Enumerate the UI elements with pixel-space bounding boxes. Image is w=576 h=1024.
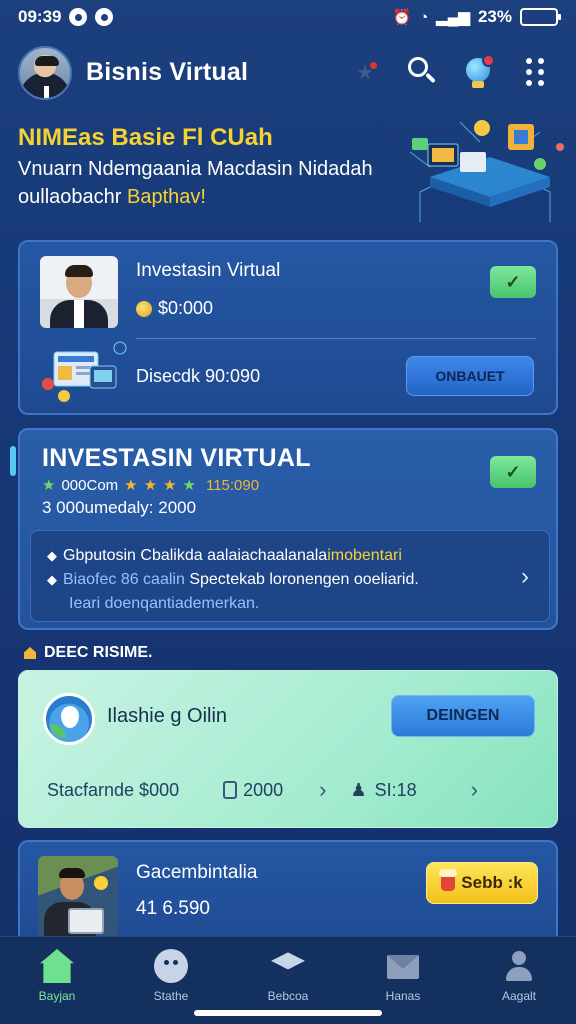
- business-card[interactable]: Ilashie g Oilin DEINGEN Stacfarnde $000 …: [18, 670, 558, 828]
- avatar[interactable]: [18, 46, 72, 100]
- rating-value: 115:090: [205, 476, 260, 494]
- featured-investment-card[interactable]: INVESTASIN VIRTUAL ★ 000Com ★ ★ ★ ★ 115:…: [10, 428, 558, 630]
- card-price: 41 6.590: [136, 898, 210, 919]
- check-button[interactable]: ✓: [490, 266, 536, 298]
- card-title: INVESTASIN VIRTUAL: [42, 444, 311, 472]
- detail-line: Ieari doenqantiademerkan.: [69, 595, 260, 612]
- detail-highlight: imobentari: [327, 547, 402, 564]
- divider: [136, 338, 536, 339]
- wifi-icon: ◔: [419, 8, 429, 26]
- notification-icon: [69, 8, 88, 26]
- stat-value: 2000: [243, 779, 284, 800]
- rating-row: ★ 000Com ★ ★ ★ ★ 115:090: [42, 476, 260, 495]
- home-indicator[interactable]: [194, 1010, 382, 1016]
- app-title: Bisnis Virtual: [86, 58, 249, 86]
- alarm-icon: ⏰: [392, 9, 412, 26]
- hero-subtitle: Vnuarn Ndemgaania Macdasin Nidadah: [18, 158, 373, 180]
- nav-item-messages[interactable]: Hanas: [358, 949, 448, 1003]
- mail-icon: [387, 955, 419, 979]
- card-title: Gacembintalia: [136, 862, 258, 883]
- dashboard-illustration: [42, 341, 127, 402]
- location-pin-icon: [43, 693, 95, 745]
- detail-line: ◆ Biaofec 86 caalin Spectekab loronengen …: [47, 571, 419, 588]
- lightbulb-icon[interactable]: [462, 54, 496, 92]
- card-meta: 3 000umedaly: 2000: [42, 498, 197, 517]
- hero-subtitle-text: oullaobachr: [18, 186, 122, 208]
- check-button[interactable]: ✓: [490, 456, 536, 488]
- chevron-right-icon[interactable]: ›: [471, 777, 478, 803]
- person-icon: ♟: [350, 779, 367, 800]
- star-icon: ★: [163, 477, 177, 494]
- card-action-button[interactable]: Sebb :k: [426, 862, 538, 904]
- detail-highlight: Biaofec 86 caalin: [63, 571, 185, 588]
- investor-photo: [40, 256, 118, 328]
- nav-item-education[interactable]: Bebcoa: [243, 949, 333, 1003]
- tech-platform-illustration: [409, 120, 564, 222]
- section-title: DEEC RISIME.: [44, 644, 153, 661]
- battery-icon: [520, 8, 561, 26]
- graduation-cap-icon: [271, 952, 305, 970]
- rating-label: 000Com: [61, 476, 119, 494]
- detail-line: ◆ Gbputosin Cbalikda aalaiachaalanalaimob…: [47, 547, 402, 564]
- signal-icon: ▂▄▆: [436, 9, 470, 26]
- status-bar: 09:39 ⏰ ◔ ▂▄▆ 23%: [0, 0, 576, 34]
- card-description: Disecdk 90:090: [136, 366, 261, 386]
- card-action-button[interactable]: DEINGEN: [391, 695, 535, 737]
- hero-highlight: Bapthav!: [126, 186, 206, 208]
- hero-headline: NIMEas Basie Fl CUah: [18, 124, 273, 151]
- star-icon: ★: [143, 477, 158, 494]
- card-action-button[interactable]: ONBAUET: [406, 356, 534, 396]
- notification-badge: [482, 54, 495, 67]
- detail-text: Spectekab loronengen ooeliarid.: [189, 571, 419, 588]
- nav-label: Bayjan: [38, 989, 76, 1003]
- coin-icon: [136, 300, 152, 317]
- clock: 09:39: [18, 7, 62, 26]
- stat-value: Stacfarnde $000: [47, 779, 180, 800]
- nav-item-profile[interactable]: Aagalt: [474, 949, 564, 1003]
- card-title: Ilashie g Oilin: [107, 705, 228, 727]
- price-value: $0:000: [158, 298, 214, 318]
- chevron-right-icon[interactable]: ›: [319, 777, 326, 803]
- nav-label: Stathe: [153, 989, 189, 1003]
- nav-item-stats[interactable]: Stathe: [126, 949, 216, 1003]
- stat-value: SI:18: [374, 779, 417, 800]
- chevron-right-icon[interactable]: ›: [521, 563, 529, 591]
- nav-label: Bebcoa: [267, 989, 309, 1003]
- nav-label: Hanas: [385, 989, 421, 1003]
- battery-percent: 23%: [477, 7, 512, 26]
- detail-text: Gbputosin Cbalikda aalaiachaalanala: [63, 547, 328, 564]
- card-details-panel[interactable]: ◆ Gbputosin Cbalikda aalaiachaalanalaimob…: [30, 530, 550, 622]
- star-icon: ★: [182, 477, 196, 494]
- app-header: Bisnis Virtual ★: [0, 40, 576, 110]
- star-icon[interactable]: ★: [356, 60, 377, 85]
- card-title: Investasin Virtual: [136, 260, 281, 281]
- hero-banner: NIMEas Basie Fl CUah Vnuarn Ndemgaania M…: [0, 112, 576, 230]
- home-icon: [40, 949, 74, 983]
- section-header: DEEC RISIME.: [24, 644, 152, 662]
- search-icon[interactable]: [404, 54, 438, 88]
- face-icon: [154, 949, 188, 983]
- document-icon: [223, 781, 238, 799]
- instructor-photo: [38, 856, 118, 940]
- star-icon: ★: [124, 477, 138, 494]
- course-card[interactable]: Gacembintalia 41 6.590 Sebb :k: [18, 840, 558, 950]
- card-price: $0:000: [136, 298, 213, 319]
- more-menu-icon[interactable]: [526, 58, 550, 88]
- notification-icon-2: [95, 8, 114, 26]
- investment-card[interactable]: Investasin Virtual $0:000 ✓ Disecdk 90:0…: [18, 240, 558, 415]
- hero-subtitle-2: oullaobachr Bapthav!: [18, 186, 206, 209]
- nav-item-home[interactable]: Bayjan: [12, 949, 102, 1003]
- card-accent-tab: [10, 446, 16, 476]
- home-icon: [24, 647, 36, 659]
- popcorn-icon: [439, 869, 458, 891]
- nav-label: Aagalt: [501, 989, 537, 1003]
- star-icon: ★: [42, 477, 56, 494]
- button-label: Sebb :k: [461, 873, 523, 892]
- stats-row: Stacfarnde $000 2000 › ♟ SI:18 ›: [47, 777, 537, 803]
- user-icon: [502, 949, 536, 983]
